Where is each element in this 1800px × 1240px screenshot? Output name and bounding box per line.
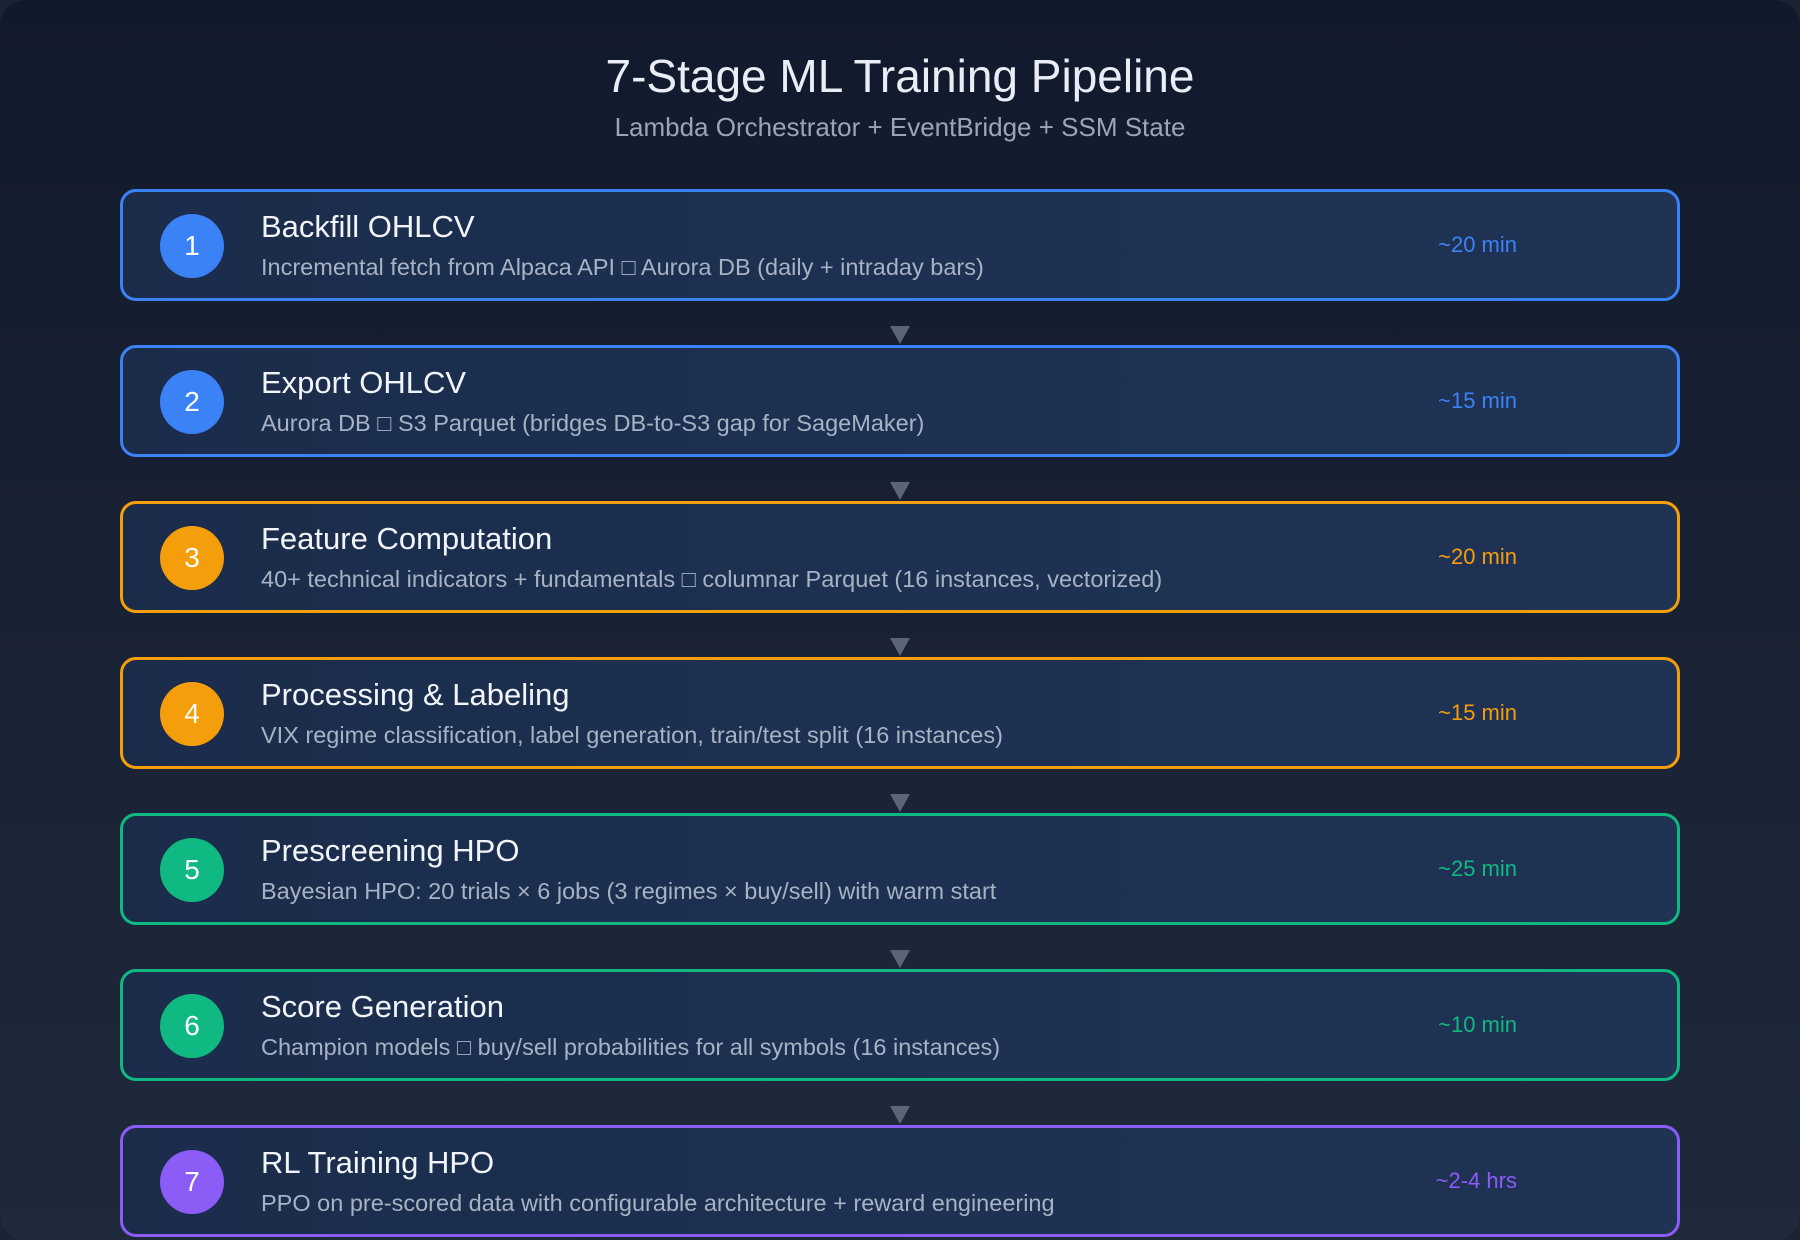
stage-number-badge: 3 xyxy=(160,526,224,590)
stage-card-3: 3 Feature Computation 40+ technical indi… xyxy=(120,501,1680,613)
stage-card-5: 5 Prescreening HPO Bayesian HPO: 20 tria… xyxy=(120,813,1680,925)
stage-description: Incremental fetch from Alpaca API □ Auro… xyxy=(261,254,984,280)
stage-number-badge: 1 xyxy=(160,214,224,278)
down-arrow-icon xyxy=(890,794,910,812)
stage-number-badge: 2 xyxy=(160,370,224,434)
down-arrow-icon xyxy=(890,326,910,344)
stage-description: PPO on pre-scored data with configurable… xyxy=(261,1190,1055,1216)
down-arrow-icon xyxy=(890,950,910,968)
diagram-title: 7-Stage ML Training Pipeline xyxy=(605,50,1195,102)
stage-card-6: 6 Score Generation Champion models □ buy… xyxy=(120,969,1680,1081)
down-arrow-icon xyxy=(890,1106,910,1124)
stage-card-4: 4 Processing & Labeling VIX regime class… xyxy=(120,657,1680,769)
stage-description: VIX regime classification, label generat… xyxy=(261,722,1003,748)
stage-title: Backfill OHLCV xyxy=(261,209,475,244)
stage-description: Bayesian HPO: 20 trials × 6 jobs (3 regi… xyxy=(261,878,997,904)
stage-duration: ~20 min xyxy=(1438,232,1517,257)
stage-duration: ~10 min xyxy=(1438,1012,1517,1037)
stage-duration: ~15 min xyxy=(1438,388,1517,413)
stage-title: Export OHLCV xyxy=(261,365,467,400)
stage-title: Prescreening HPO xyxy=(261,833,520,868)
stage-description: 40+ technical indicators + fundamentals … xyxy=(261,566,1163,592)
stage-description: Champion models □ buy/sell probabilities… xyxy=(261,1034,1001,1060)
stage-card-7: 7 RL Training HPO PPO on pre-scored data… xyxy=(120,1125,1680,1237)
stage-duration: ~2-4 hrs xyxy=(1435,1168,1517,1193)
stage-description: Aurora DB □ S3 Parquet (bridges DB-to-S3… xyxy=(261,410,925,436)
stage-duration: ~20 min xyxy=(1438,544,1517,569)
stage-title: Score Generation xyxy=(261,989,504,1024)
stage-number-badge: 5 xyxy=(160,838,224,902)
stage-number-badge: 6 xyxy=(160,994,224,1058)
diagram-subtitle: Lambda Orchestrator + EventBridge + SSM … xyxy=(614,112,1186,142)
pipeline-diagram: 7-Stage ML Training Pipeline Lambda Orch… xyxy=(0,0,1800,1240)
stage-title: Processing & Labeling xyxy=(261,677,570,712)
stage-title: Feature Computation xyxy=(261,521,553,556)
stage-duration: ~15 min xyxy=(1438,700,1517,725)
down-arrow-icon xyxy=(890,638,910,656)
stage-card-1: 1 Backfill OHLCV Incremental fetch from … xyxy=(120,189,1680,301)
down-arrow-icon xyxy=(890,482,910,500)
stage-card-2: 2 Export OHLCV Aurora DB □ S3 Parquet (b… xyxy=(120,345,1680,457)
stage-number-badge: 4 xyxy=(160,682,224,746)
stage-duration: ~25 min xyxy=(1438,856,1517,881)
stage-number-badge: 7 xyxy=(160,1150,224,1214)
stage-title: RL Training HPO xyxy=(261,1145,495,1180)
